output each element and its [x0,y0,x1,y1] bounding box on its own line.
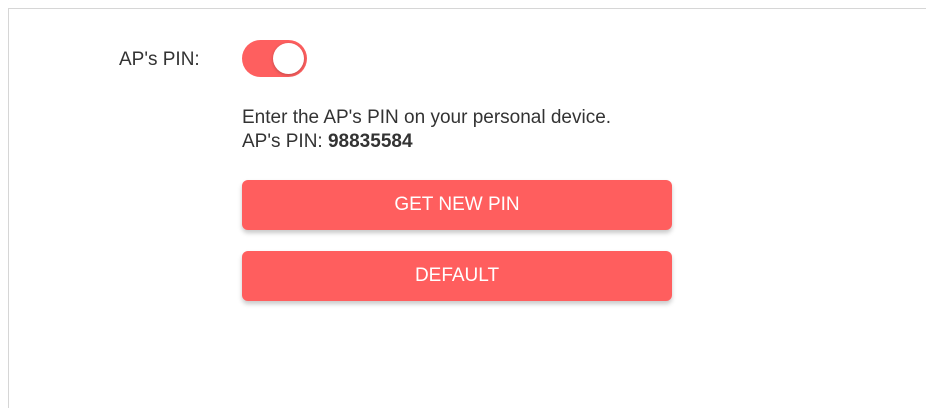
ap-pin-toggle[interactable] [242,40,307,77]
ap-pin-label: AP's PIN: [119,49,200,70]
pin-display: AP's PIN: 98835584 [242,130,611,154]
toggle-knob [273,43,304,74]
pin-instruction-text: Enter the AP's PIN on your personal devi… [242,107,612,128]
pin-description: Enter the AP's PIN on your personal devi… [242,106,611,154]
default-button[interactable]: DEFAULT [242,251,672,301]
get-new-pin-button[interactable]: GET NEW PIN [242,180,672,230]
pin-value: 98835584 [327,131,413,152]
pin-prefix: AP's PIN: [242,131,328,152]
settings-panel: AP's PIN: Enter the AP's PIN on your per… [8,8,926,408]
